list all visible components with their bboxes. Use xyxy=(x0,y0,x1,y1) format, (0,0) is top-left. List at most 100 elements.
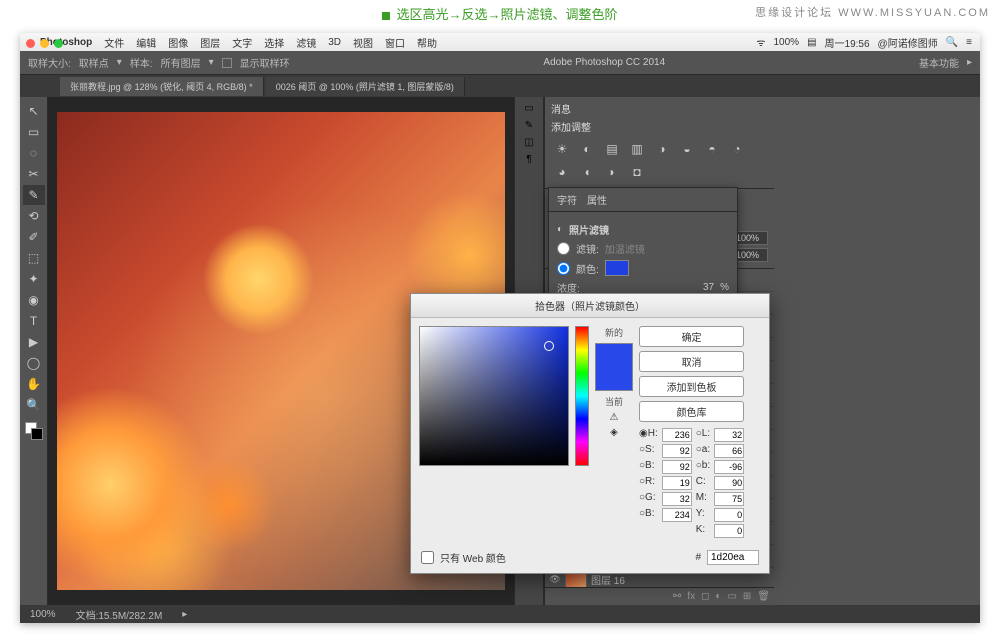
color-field[interactable] xyxy=(419,326,569,466)
r-input[interactable] xyxy=(662,476,692,490)
k-input[interactable] xyxy=(714,524,744,538)
menu-type[interactable]: 文字 xyxy=(232,35,252,50)
b-input[interactable] xyxy=(662,460,692,474)
brush-tool[interactable]: ✐ xyxy=(23,227,45,247)
menu-image[interactable]: 图像 xyxy=(168,35,188,50)
warn-icon[interactable]: ⚠ xyxy=(610,412,619,423)
adj-icon[interactable]: ▥ xyxy=(626,139,648,159)
trash-icon[interactable]: 🗑 xyxy=(757,591,770,602)
history-icon[interactable]: ▭ xyxy=(524,103,533,114)
bb-input[interactable] xyxy=(662,508,692,522)
adj-icon[interactable]: ▤ xyxy=(601,139,623,159)
new-icon[interactable]: ⊞ xyxy=(743,591,751,602)
add-swatch-button[interactable]: 添加到色板 xyxy=(639,376,744,397)
menu-layer[interactable]: 图层 xyxy=(200,35,220,50)
eraser-tool[interactable]: ✦ xyxy=(23,269,45,289)
adj-icon[interactable]: ◗ xyxy=(601,162,623,182)
tab-adjustments[interactable]: 添加调整 xyxy=(551,119,591,134)
adj-icon[interactable]: ◕ xyxy=(551,162,573,182)
g-input[interactable] xyxy=(662,492,692,506)
adj-icon[interactable]: ☀ xyxy=(551,139,573,159)
cancel-button[interactable]: 取消 xyxy=(639,351,744,372)
adj-icon[interactable]: ◔ xyxy=(726,139,748,159)
color-swatch[interactable] xyxy=(605,260,629,276)
opt-sample-value[interactable]: 取样点 xyxy=(79,55,109,70)
menu-3d[interactable]: 3D xyxy=(328,37,341,48)
menu-filter[interactable]: 滤镜 xyxy=(296,35,316,50)
search-icon[interactable]: 🔍 xyxy=(946,37,958,48)
color-radio[interactable] xyxy=(557,262,570,275)
m-input[interactable] xyxy=(714,492,744,506)
s-input[interactable] xyxy=(662,444,692,458)
tab-messages[interactable]: 消息 xyxy=(551,101,571,116)
link-icon[interactable]: ⚯ xyxy=(673,591,681,602)
adjust-icon[interactable]: ◐ xyxy=(715,591,721,602)
crop-tool[interactable]: ✂ xyxy=(23,164,45,184)
minimize-icon[interactable] xyxy=(40,39,49,48)
opacity-input[interactable] xyxy=(734,231,768,245)
lasso-tool[interactable]: ◌ xyxy=(23,143,45,163)
type-tool[interactable]: T xyxy=(23,311,45,331)
hand-tool[interactable]: ✋ xyxy=(23,374,45,394)
menu-window[interactable]: 窗口 xyxy=(385,35,405,50)
wifi-icon[interactable]: ᯤ xyxy=(756,35,765,49)
group-icon[interactable]: ▭ xyxy=(727,591,736,602)
user-text[interactable]: @阿诺修图师 xyxy=(878,35,938,50)
tab-properties[interactable]: 属性 xyxy=(587,192,607,207)
stamp-tool[interactable]: ⬚ xyxy=(23,248,45,268)
filter-radio[interactable] xyxy=(557,242,570,255)
shape-tool[interactable]: ◯ xyxy=(23,353,45,373)
opt-ring-checkbox[interactable] xyxy=(222,58,232,68)
paragraph-icon[interactable]: ¶ xyxy=(526,154,531,165)
brush-icon[interactable]: ✎ xyxy=(525,120,533,131)
h-input[interactable] xyxy=(662,428,692,442)
filter-value[interactable]: 加温滤镜 xyxy=(605,241,645,256)
hex-input[interactable] xyxy=(707,550,759,565)
hue-slider[interactable] xyxy=(575,326,589,466)
zoom-tool[interactable]: 🔍 xyxy=(23,395,45,415)
menu-file[interactable]: 文件 xyxy=(104,35,124,50)
eyedropper-tool[interactable]: ✎ xyxy=(23,185,45,205)
doc-tab-1[interactable]: 张丽教程.jpg @ 128% (锐化, 阈页 4, RGB/8) * xyxy=(60,77,264,96)
fx-icon[interactable]: fx xyxy=(687,591,695,602)
doc-tab-2[interactable]: 0026 阈页 @ 100% (照片滤镜 1, 图层蒙版/8) xyxy=(266,77,465,96)
adj-icon[interactable]: ◒ xyxy=(676,139,698,159)
menu-view[interactable]: 视图 xyxy=(353,35,373,50)
cube-icon[interactable]: ◈ xyxy=(610,427,618,438)
swatch-icon[interactable]: ◫ xyxy=(524,137,533,148)
adj-icon[interactable]: ◓ xyxy=(701,139,723,159)
adj-icon[interactable]: ◐ xyxy=(576,139,598,159)
adj-icon[interactable]: ◘ xyxy=(626,162,648,182)
path-tool[interactable]: ▶ xyxy=(23,332,45,352)
maximize-icon[interactable] xyxy=(54,39,63,48)
ok-button[interactable]: 确定 xyxy=(639,326,744,347)
zoom-level[interactable]: 100% xyxy=(30,609,56,620)
marquee-tool[interactable]: ▭ xyxy=(23,122,45,142)
menu-edit[interactable]: 编辑 xyxy=(136,35,156,50)
workspace-button[interactable]: 基本功能 xyxy=(919,55,959,70)
tab-char[interactable]: 字符 xyxy=(557,192,577,207)
menu-help[interactable]: 帮助 xyxy=(417,35,437,50)
move-tool[interactable]: ↖ xyxy=(23,101,45,121)
c-input[interactable] xyxy=(714,476,744,490)
fill-input[interactable] xyxy=(734,248,768,262)
opt-sample2-value[interactable]: 所有图层 xyxy=(161,55,201,70)
color-libs-button[interactable]: 颜色库 xyxy=(639,401,744,422)
gradient-tool[interactable]: ◉ xyxy=(23,290,45,310)
y-input[interactable] xyxy=(714,508,744,522)
flag-icon[interactable]: ▤ xyxy=(807,37,816,48)
menu-icon[interactable]: ≡ xyxy=(966,37,972,48)
web-only-checkbox[interactable] xyxy=(421,551,434,564)
adj-icon[interactable]: ◖ xyxy=(576,162,598,182)
color-swatches[interactable] xyxy=(23,420,45,442)
healing-tool[interactable]: ⟲ xyxy=(23,206,45,226)
a-input[interactable] xyxy=(714,444,744,458)
opt-sample-label: 取样大小: xyxy=(28,55,71,70)
close-icon[interactable] xyxy=(26,39,35,48)
mask-icon[interactable]: ◻ xyxy=(701,591,709,602)
menu-select[interactable]: 选择 xyxy=(264,35,284,50)
adj-icon[interactable]: ◑ xyxy=(651,139,673,159)
b2-input[interactable] xyxy=(714,460,744,474)
l-input[interactable] xyxy=(714,428,744,442)
visibility-icon[interactable]: 👁 xyxy=(549,573,561,585)
